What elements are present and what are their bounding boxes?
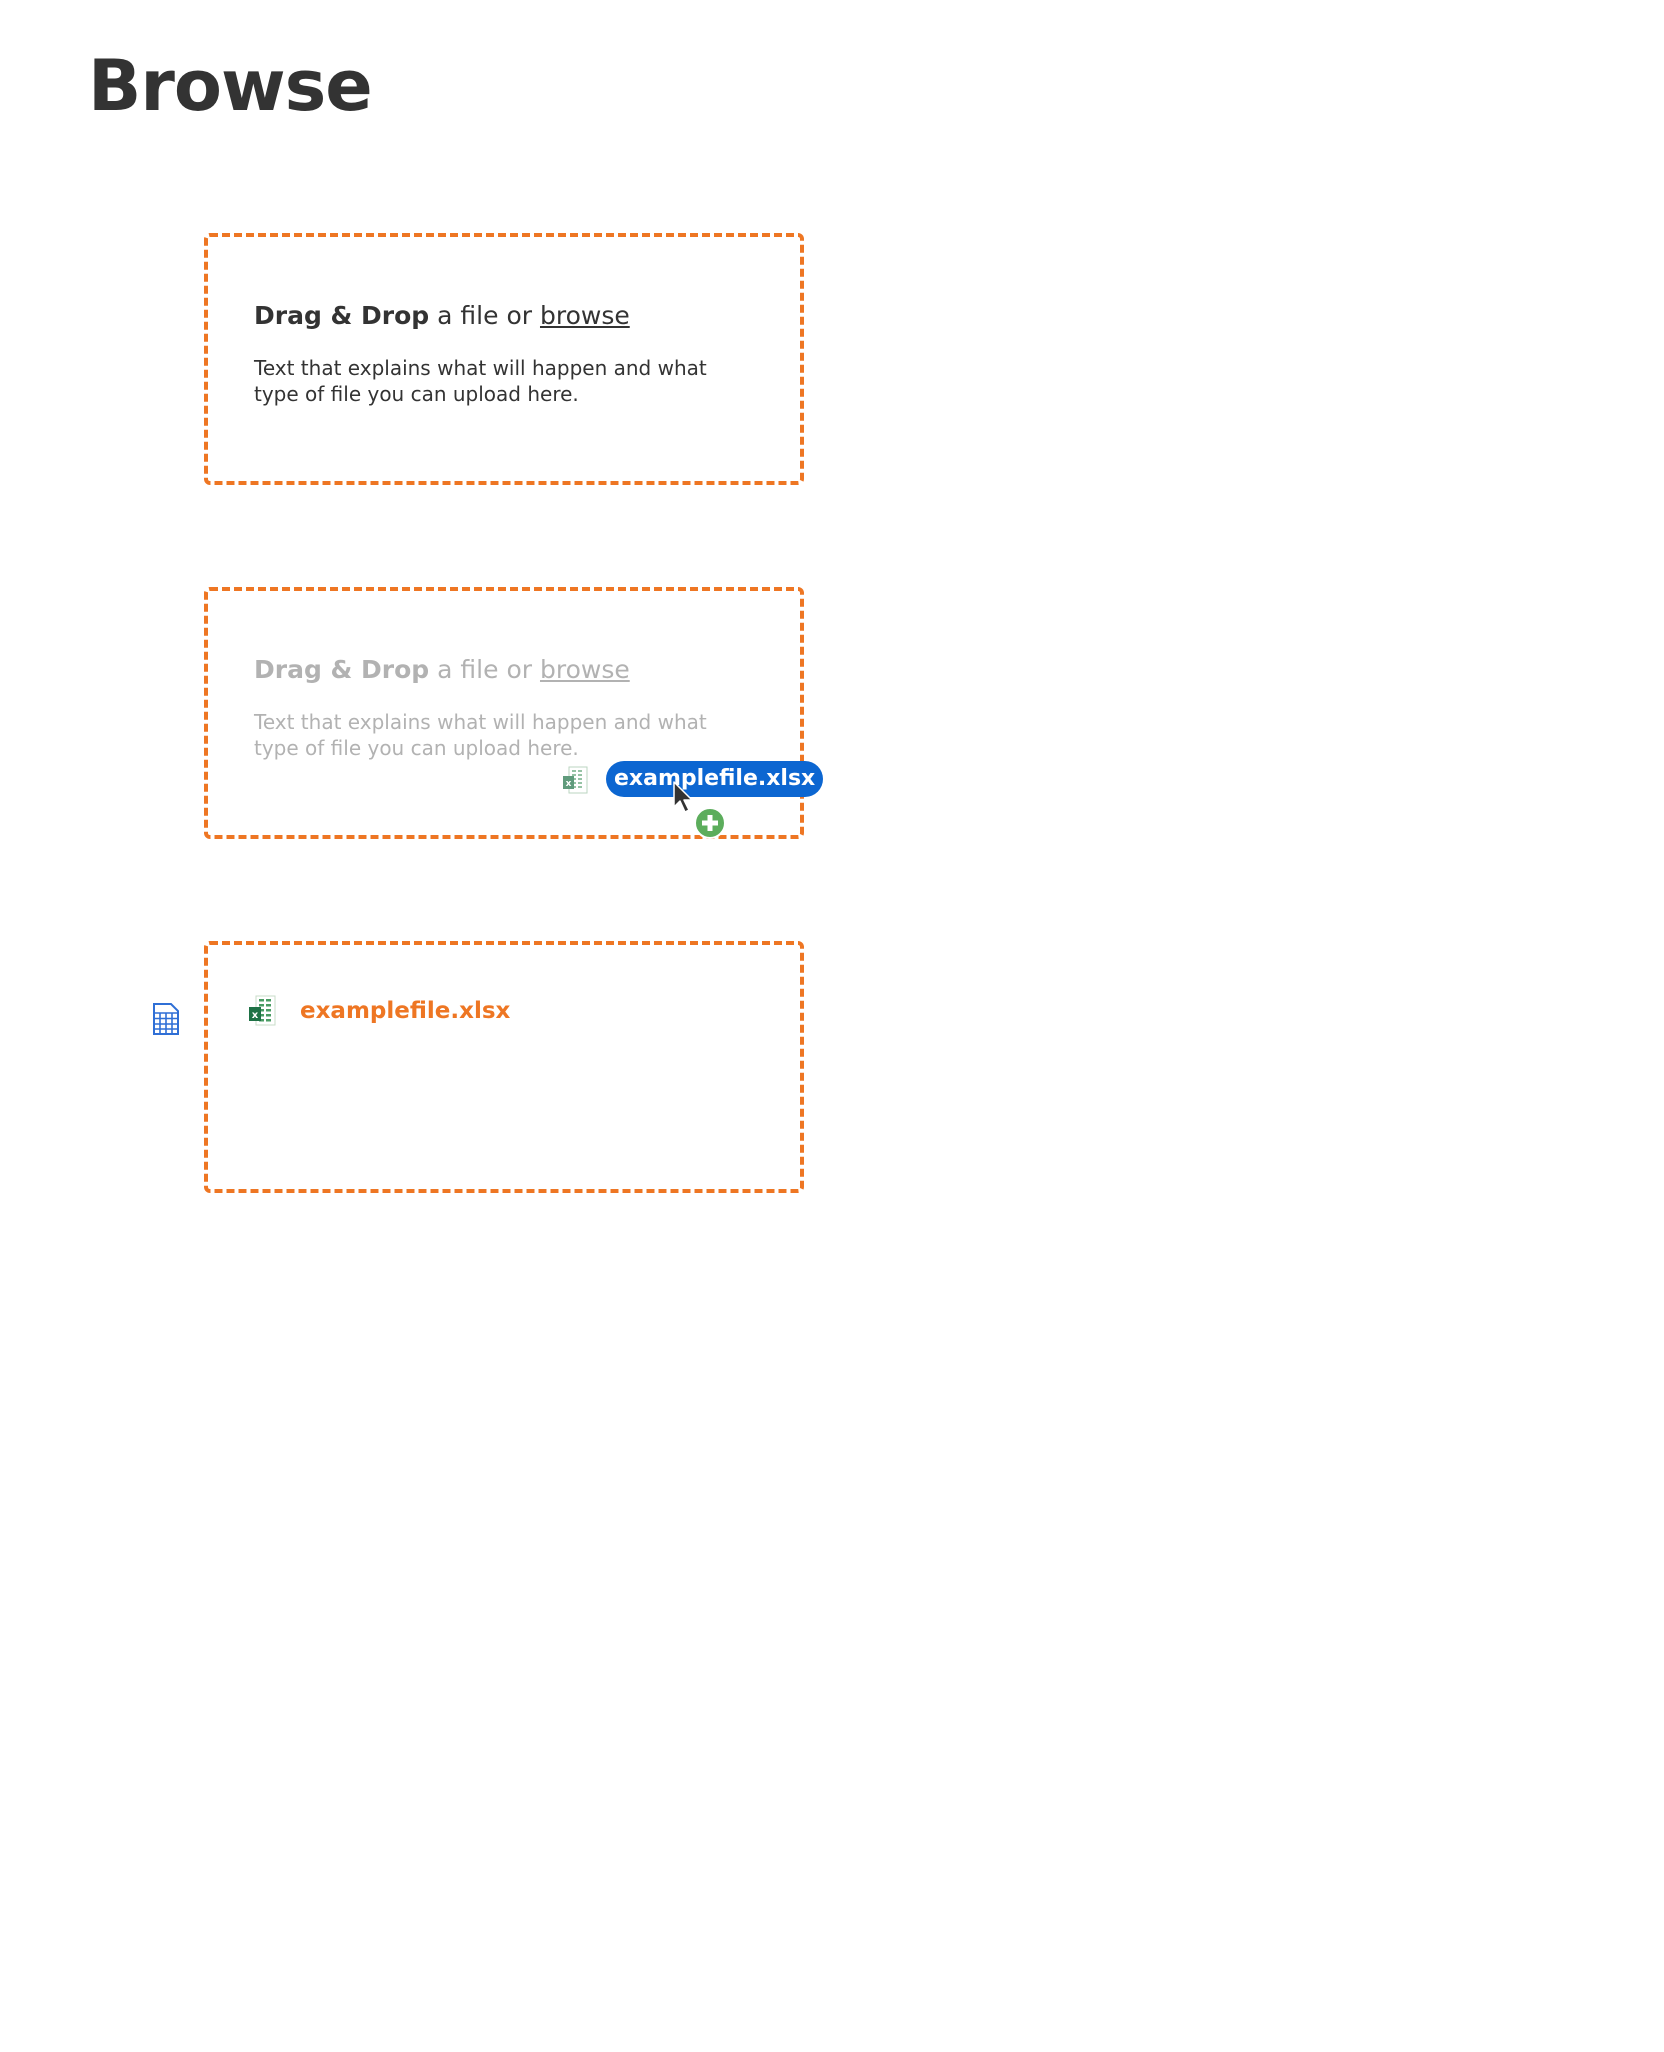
page-title: Browse: [88, 45, 373, 127]
drag-drop-label: Drag & Drop: [254, 655, 430, 684]
browse-link[interactable]: browse: [540, 655, 630, 684]
excel-file-icon: x: [563, 766, 588, 794]
svg-text:x: x: [252, 1010, 259, 1021]
dropzone-heading: Drag & Drop a file or browse: [254, 301, 630, 331]
table-grid-icon: [153, 1003, 179, 1035]
dragged-file-pill: examplefile.xlsx: [606, 761, 824, 797]
drag-drop-label: Drag & Drop: [254, 301, 430, 330]
file-dropzone-default[interactable]: Drag & Drop a file or browse Text that e…: [204, 233, 804, 485]
dropzone-heading: Drag & Drop a file or browse: [254, 655, 630, 685]
svg-text:x: x: [566, 779, 572, 789]
dropzone-heading-text: a file or: [429, 301, 540, 330]
uploaded-file-item[interactable]: x examplefile.xlsx: [248, 995, 510, 1027]
excel-file-icon: x: [249, 995, 276, 1026]
file-dropzone-uploaded[interactable]: x examplefile.xlsx: [204, 941, 804, 1193]
dropzone-heading-text: a file or: [429, 655, 540, 684]
dropzone-description: Text that explains what will happen and …: [254, 356, 707, 406]
uploaded-file-name[interactable]: examplefile.xlsx: [300, 998, 510, 1024]
browse-link[interactable]: browse: [540, 301, 630, 330]
plus-circle-icon: [694, 807, 726, 839]
dropzone-description: Text that explains what will happen and …: [254, 710, 707, 760]
file-dropzone-drag-over[interactable]: Drag & Drop a file or browse Text that e…: [204, 587, 824, 839]
